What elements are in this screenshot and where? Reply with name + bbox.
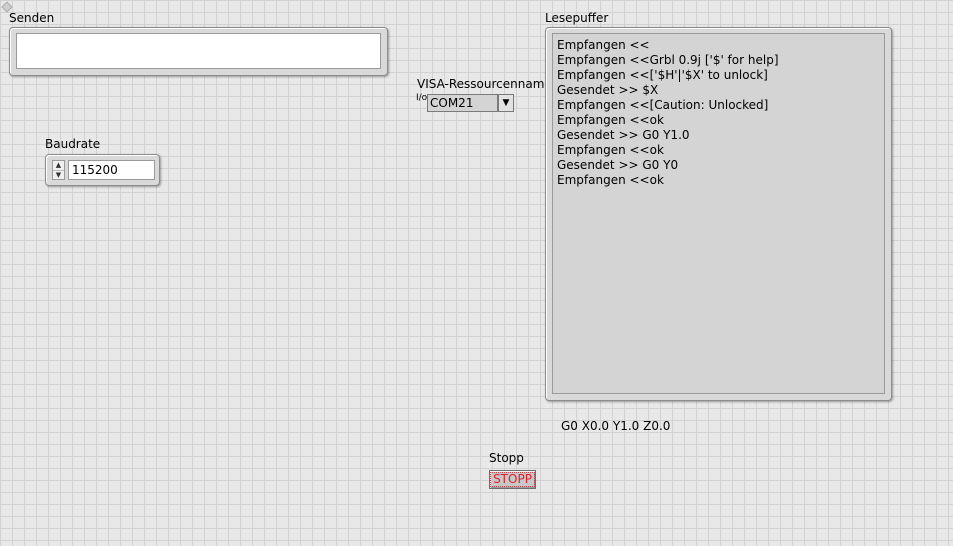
senden-label: Senden <box>9 11 55 25</box>
buffer-line: Empfangen <<[Caution: Unlocked] <box>557 98 769 112</box>
buffer-line: Empfangen <<['$H'|'$X' to unlock] <box>557 68 768 82</box>
buffer-line: Empfangen << <box>557 38 650 52</box>
buffer-line: Empfangen <<ok <box>557 173 664 187</box>
stopp-label: Stopp <box>489 451 524 465</box>
stopp-button-text: STOPP <box>490 472 535 487</box>
baudrate-label: Baudrate <box>45 137 101 151</box>
stopp-button[interactable]: STOPP <box>489 470 536 489</box>
visa-io-icon: I/o <box>416 93 428 103</box>
decrement-arrow-icon[interactable]: ▼ <box>53 171 64 180</box>
baudrate-stepper[interactable]: ▲ ▼ <box>52 160 65 180</box>
buffer-line: Empfangen <<Grbl 0.9j ['$' for help] <box>557 53 779 67</box>
senden-control <box>9 27 388 76</box>
baudrate-control: ▲ ▼ 115200 <box>45 154 160 186</box>
lesepuffer-text[interactable]: Empfangen << Empfangen <<Grbl 0.9j ['$' … <box>552 33 885 394</box>
position-readout: G0 X0.0 Y1.0 Z0.0 <box>561 419 671 433</box>
senden-text-area <box>16 33 381 69</box>
lesepuffer-label: Lesepuffer <box>545 11 609 25</box>
buffer-line: Gesendet >> $X <box>557 83 659 97</box>
buffer-line: Gesendet >> G0 Y0 <box>557 158 679 172</box>
visa-label: VISA-Ressourcenname <box>417 77 552 91</box>
increment-arrow-icon[interactable]: ▲ <box>53 161 64 171</box>
visa-resource-control: I/o COM21 ▼ <box>416 94 514 112</box>
buffer-line: Empfangen <<ok <box>557 143 664 157</box>
senden-input[interactable] <box>17 34 380 68</box>
chevron-down-icon[interactable]: ▼ <box>498 94 514 112</box>
buffer-line: Gesendet >> G0 Y1.0 <box>557 128 690 142</box>
visa-resource-field[interactable]: COM21 <box>427 94 498 112</box>
buffer-line: Empfangen <<ok <box>557 113 664 127</box>
baudrate-input[interactable]: 115200 <box>68 160 155 180</box>
lesepuffer-indicator: Empfangen << Empfangen <<Grbl 0.9j ['$' … <box>545 27 892 401</box>
